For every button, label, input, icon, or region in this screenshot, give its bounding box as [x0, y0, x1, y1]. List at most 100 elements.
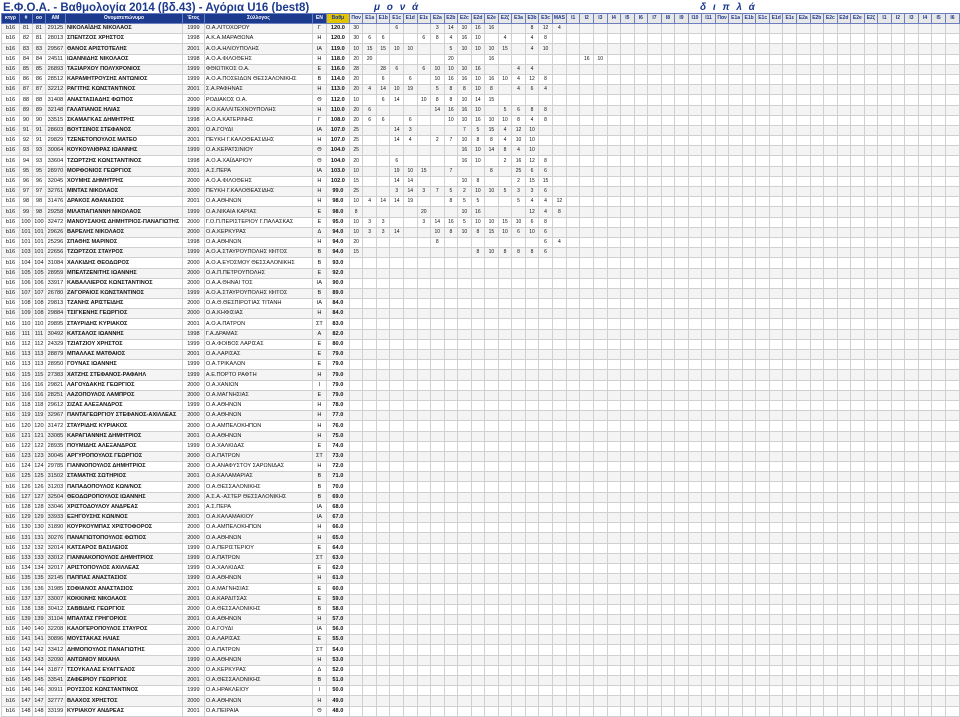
result-cell	[931, 124, 946, 137]
result-cell	[687, 562, 703, 575]
result-cell	[375, 165, 391, 177]
result-cell	[389, 583, 404, 595]
result-cell	[565, 124, 581, 137]
result-cell: 15	[497, 43, 513, 55]
result-cell	[741, 308, 757, 320]
result-cell	[660, 532, 676, 544]
result-cell	[579, 33, 594, 45]
result-cell	[768, 481, 784, 493]
result-cell	[701, 267, 716, 279]
result-cell	[850, 267, 865, 279]
result-cell	[416, 389, 432, 401]
cell-region: Ε	[311, 583, 327, 595]
result-cell	[430, 124, 445, 137]
result-cell	[606, 491, 622, 503]
result-cell	[457, 410, 472, 422]
result-cell	[647, 298, 662, 310]
result-cell	[755, 410, 770, 422]
cell-category: b16	[1, 369, 20, 381]
result-cell	[538, 471, 553, 483]
result-cell	[863, 145, 879, 157]
result-cell	[917, 145, 933, 157]
cell-club: Ο.Α.ΑΜΠΕΛΟΚΗΠΩΝ	[203, 522, 313, 534]
cell-order: 84	[31, 53, 46, 65]
result-cell	[931, 277, 946, 289]
result-cell	[538, 338, 553, 351]
result-cell	[931, 583, 946, 595]
result-cell: 15	[484, 124, 499, 137]
result-cell	[768, 593, 784, 605]
result-cell	[403, 277, 418, 289]
table-row: b16 121 121 33085 ΚΑΡΑΓΙΑΝΝΗΣ ΔΗΜΗΤΡΙΟΣ 2001 Ο…	[1, 430, 960, 442]
result-cell	[511, 33, 526, 45]
cell-club: Ο.Α.ΑΘΗΝΩΝ	[203, 236, 313, 249]
cell-rank: 92	[18, 135, 33, 147]
result-cell	[728, 399, 743, 412]
result-cell	[430, 674, 445, 687]
result-cell	[660, 226, 676, 238]
result-cell	[768, 654, 784, 666]
result-cell	[796, 369, 811, 381]
result-cell	[620, 674, 635, 687]
result-cell	[687, 348, 703, 361]
result-cell	[647, 135, 662, 147]
result-cell	[660, 450, 676, 463]
result-cell: 20	[348, 84, 364, 96]
result-cell	[863, 430, 879, 442]
result-cell	[863, 196, 879, 208]
result-cell	[809, 624, 825, 636]
result-cell: 6	[362, 114, 377, 126]
result-cell	[877, 573, 892, 585]
result-cell	[850, 511, 865, 524]
result-cell	[687, 644, 703, 656]
result-cell	[904, 491, 919, 503]
result-cell	[741, 542, 757, 554]
result-cell	[538, 257, 553, 269]
column-header: E2a	[796, 13, 811, 24]
result-cell	[674, 236, 689, 249]
result-cell	[714, 491, 730, 503]
cell-name: ΣΤΑΜΑΤΗΣ ΣΩΤΗΡΙΟΣ	[64, 471, 183, 483]
result-cell	[931, 450, 946, 463]
table-row: b16 133 133 33012 ΓΙΑΝΝΑΚΟΠΟΥΛΟΣ ΔΗΜΗΤΡΙΟΣ 19…	[1, 552, 960, 564]
result-cell	[538, 277, 553, 289]
result-cell	[362, 165, 377, 177]
result-cell	[944, 206, 960, 218]
cell-order: 126	[31, 481, 46, 493]
result-cell	[416, 695, 432, 707]
cell-region: Β	[311, 257, 327, 269]
result-cell	[917, 705, 933, 717]
cell-name: ΤΖΩΡΤΖΗΣ ΚΩΝΣΤΑΝΤΙΝΟΣ	[64, 155, 183, 167]
result-cell	[362, 583, 377, 595]
result-cell	[362, 257, 377, 269]
result-cell	[375, 206, 391, 218]
cell-points: 65.0	[325, 532, 350, 544]
result-cell	[836, 318, 852, 330]
result-cell	[620, 471, 635, 483]
result-cell	[375, 511, 391, 524]
result-cell	[497, 664, 513, 677]
result-cell	[782, 165, 797, 177]
cell-name: ΚΥΡΙΑΚΟΥ ΑΝΔΡΕΑΣ	[64, 705, 183, 717]
result-cell	[362, 328, 377, 340]
result-cell	[593, 603, 608, 615]
result-cell	[579, 43, 594, 55]
result-cell	[944, 43, 960, 55]
result-cell	[497, 654, 513, 666]
cell-rank: 110	[18, 318, 33, 330]
result-cell	[701, 613, 716, 626]
result-cell	[606, 624, 622, 636]
result-cell	[823, 705, 838, 717]
result-cell	[728, 562, 743, 575]
result-cell	[511, 522, 526, 534]
result-cell	[593, 145, 608, 157]
result-cell	[551, 43, 567, 55]
result-cell	[823, 185, 838, 198]
result-cell	[593, 501, 608, 514]
result-cell	[877, 247, 892, 259]
result-cell	[782, 481, 797, 493]
result-cell	[809, 522, 825, 534]
result-cell	[728, 461, 743, 473]
result-cell	[796, 114, 811, 126]
result-cell	[647, 440, 662, 452]
